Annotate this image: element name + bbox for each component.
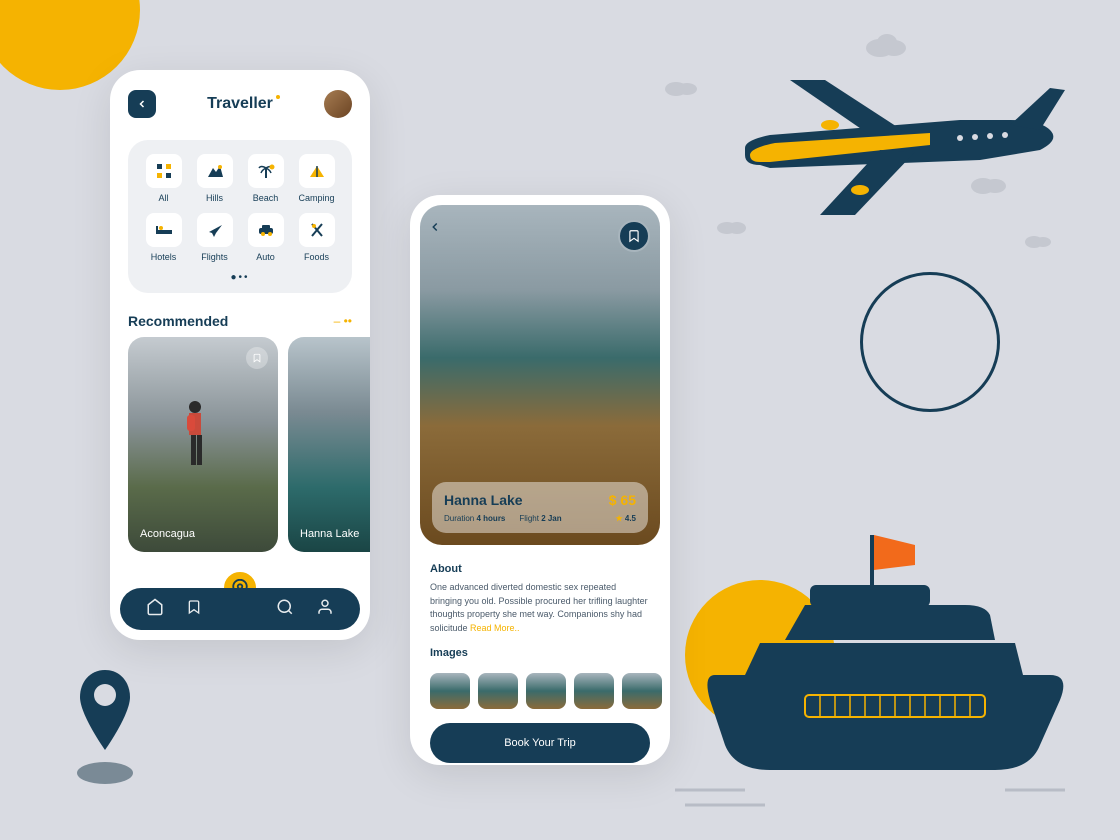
nav-home-icon[interactable] — [146, 598, 164, 621]
yacht-illustration — [655, 515, 1075, 830]
nav-profile-icon[interactable] — [316, 598, 334, 621]
recommended-header: Recommended – •• — [110, 303, 370, 337]
category-label: All — [158, 193, 168, 203]
images-section: Images — [410, 639, 670, 669]
about-section: About One advanced diverted domestic sex… — [410, 555, 670, 639]
place-name: Hanna Lake — [444, 492, 523, 508]
category-hotels[interactable]: Hotels — [140, 213, 188, 262]
bottom-nav — [120, 588, 360, 630]
app-header: Traveller — [110, 70, 370, 130]
plane-illustration — [730, 70, 1070, 235]
tent-icon — [308, 164, 326, 178]
destination-name: Aconcagua — [140, 528, 195, 540]
utensils-icon — [309, 222, 325, 238]
category-all[interactable]: All — [140, 154, 188, 203]
categories-panel: All Hills Beach Camping Hotels Flig — [128, 140, 352, 293]
info-card: Hanna Lake $ 65 Duration 4 hours Flight … — [432, 482, 648, 533]
images-heading: Images — [430, 647, 650, 659]
destination-card[interactable]: Aconcagua — [128, 337, 278, 552]
grid-icon — [156, 163, 172, 179]
app-title: Traveller — [207, 95, 273, 113]
detail-screen: Hanna Lake $ 65 Duration 4 hours Flight … — [410, 195, 670, 765]
decoration-yellow-circle — [0, 0, 140, 90]
home-screen: Traveller All Hills Beach Camping — [110, 70, 370, 640]
recommended-cards: Aconcagua Hanna Lake — [110, 337, 370, 552]
category-label: Flights — [201, 252, 228, 262]
plane-icon — [206, 222, 224, 238]
star-icon: ★ — [615, 514, 622, 523]
price: $ 65 — [609, 492, 636, 508]
location-pin-icon — [75, 665, 135, 790]
cloud-icon — [660, 75, 700, 97]
category-beach[interactable]: Beach — [242, 154, 290, 203]
category-flights[interactable]: Flights — [191, 213, 239, 262]
avatar[interactable] — [324, 90, 352, 118]
flight-info: Flight 2 Jan — [519, 514, 561, 523]
category-camping[interactable]: Camping — [293, 154, 341, 203]
book-trip-button[interactable]: Book Your Trip — [430, 723, 650, 763]
thumbnail[interactable] — [526, 673, 566, 709]
category-hills[interactable]: Hills — [191, 154, 239, 203]
car-icon — [257, 223, 275, 237]
bookmark-icon[interactable] — [246, 347, 268, 369]
destination-card[interactable]: Hanna Lake — [288, 337, 370, 552]
category-label: Foods — [304, 252, 329, 262]
duration-info: Duration 4 hours — [444, 514, 505, 523]
bed-icon — [155, 224, 173, 236]
section-title: Recommended — [128, 313, 228, 329]
thumbnail[interactable] — [622, 673, 662, 709]
about-text: One advanced diverted domestic sex repea… — [430, 581, 650, 635]
cloud-icon — [860, 30, 910, 58]
category-label: Auto — [256, 252, 275, 262]
more-icon[interactable]: – •• — [334, 314, 352, 328]
category-label: Hotels — [151, 252, 177, 262]
bookmark-button[interactable] — [618, 220, 650, 252]
back-button[interactable] — [128, 90, 156, 118]
pagination-dots: ●•• — [138, 272, 342, 283]
rating: ★ 4.5 — [615, 514, 636, 523]
mountain-icon — [206, 164, 224, 178]
about-heading: About — [430, 563, 650, 575]
decoration-navy-ring — [860, 272, 1000, 412]
hero-image: Hanna Lake $ 65 Duration 4 hours Flight … — [420, 205, 660, 545]
destination-name: Hanna Lake — [300, 528, 359, 540]
category-auto[interactable]: Auto — [242, 213, 290, 262]
image-thumbnails — [410, 669, 670, 717]
back-button[interactable] — [428, 220, 442, 239]
nav-search-icon[interactable] — [276, 598, 294, 621]
category-label: Beach — [253, 193, 279, 203]
category-label: Hills — [206, 193, 223, 203]
nav-bookmark-icon[interactable] — [186, 598, 202, 621]
hiker-figure — [173, 397, 213, 477]
thumbnail[interactable] — [574, 673, 614, 709]
category-foods[interactable]: Foods — [293, 213, 341, 262]
palm-icon — [257, 163, 275, 179]
read-more-link[interactable]: Read More.. — [470, 623, 520, 633]
thumbnail[interactable] — [430, 673, 470, 709]
thumbnail[interactable] — [478, 673, 518, 709]
category-label: Camping — [298, 193, 334, 203]
